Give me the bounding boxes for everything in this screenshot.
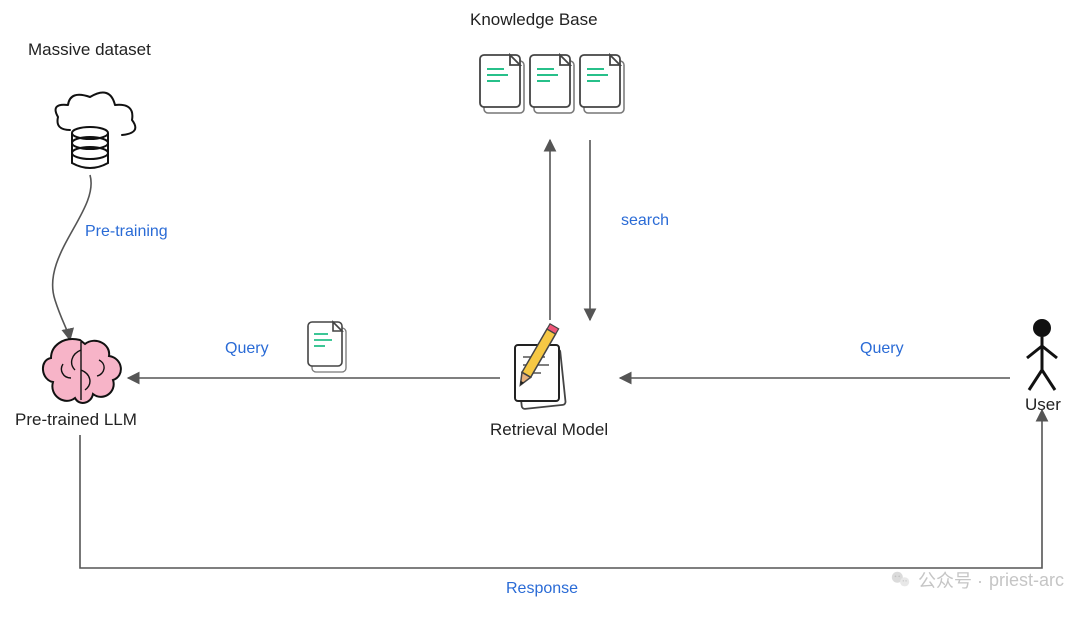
diagram-canvas <box>0 0 1080 629</box>
document-icon <box>308 322 346 372</box>
documents-icon <box>480 55 624 113</box>
cloud-db-icon <box>56 93 136 169</box>
response-arrow <box>80 410 1042 568</box>
person-icon <box>1027 319 1057 390</box>
paper-pencil-icon <box>515 324 566 409</box>
brain-icon <box>43 339 121 403</box>
pretraining-arrow <box>53 175 92 340</box>
